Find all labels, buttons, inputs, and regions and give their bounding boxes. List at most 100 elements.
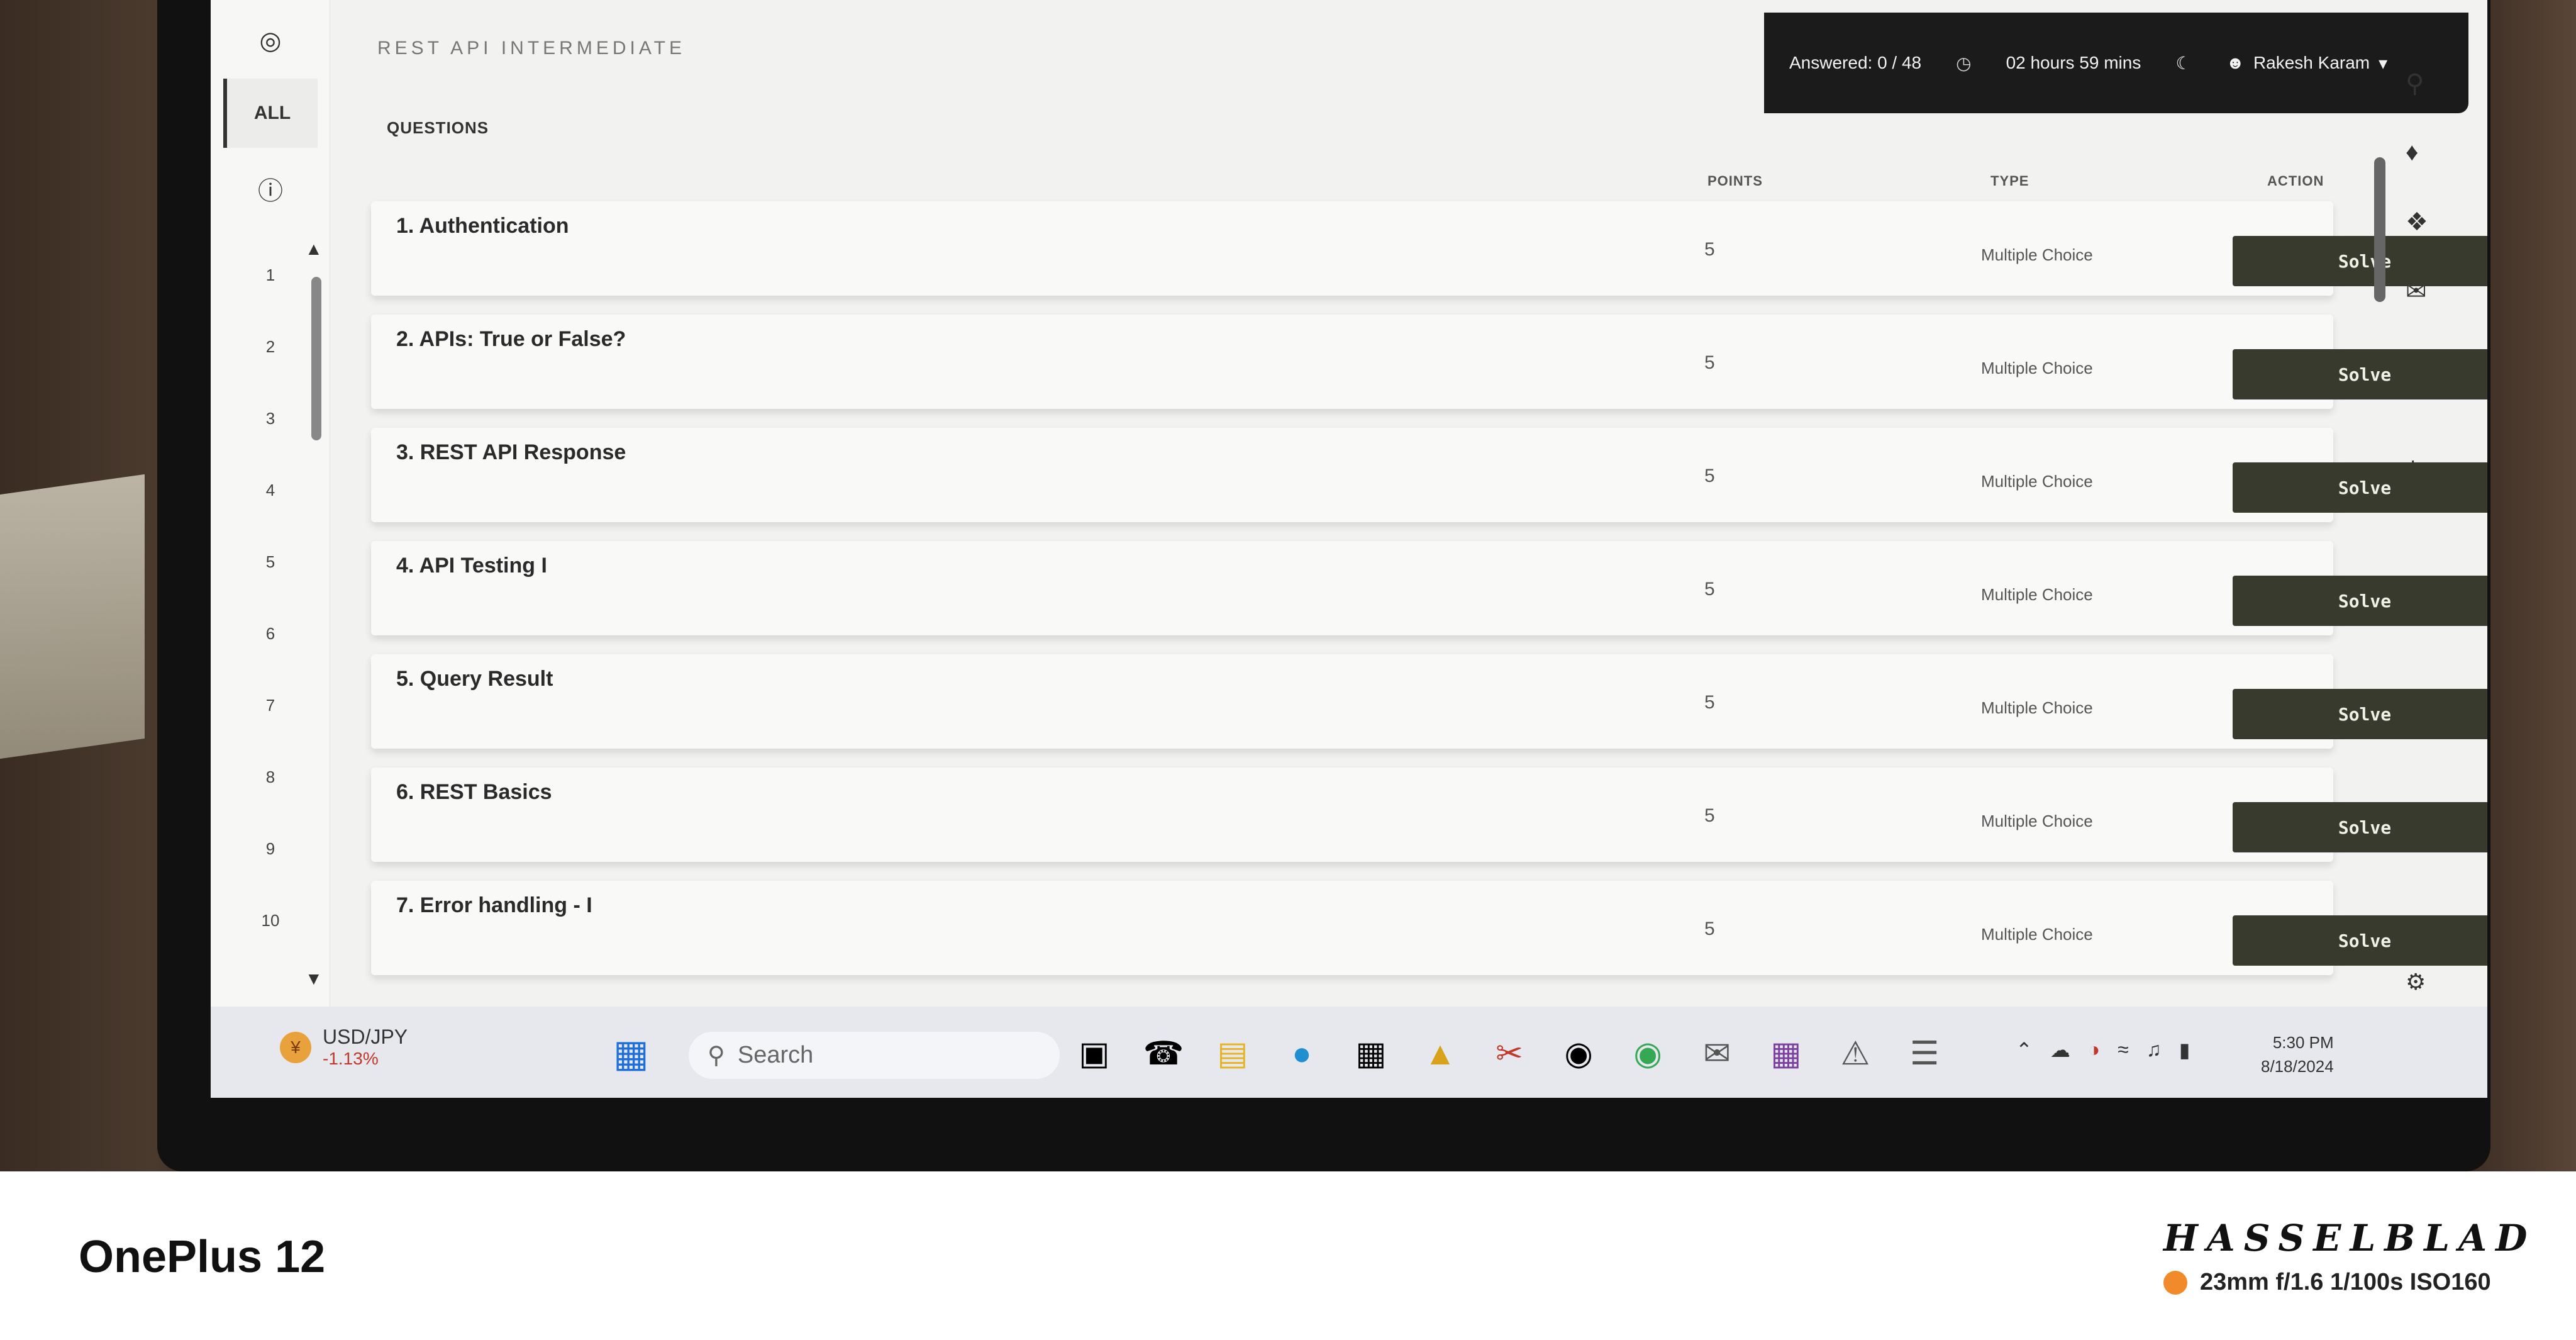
pinned-apps: ▣ ☎ ▤ ● ▦ ▲ ✂ ◉ ◉ ✉ ▦ ⚠ ☰ [1072, 1032, 1946, 1076]
question-row: 6. REST Basics 5 Multiple Choice Solve [371, 768, 2487, 862]
question-points: 5 [1704, 805, 1715, 826]
question-points: 5 [1704, 579, 1715, 600]
solve-button[interactable]: Solve [2233, 349, 2487, 399]
tag-icon[interactable]: ♦ [2406, 138, 2418, 167]
user-icon: ☻ [2226, 53, 2245, 72]
question-points: 5 [1704, 239, 1715, 260]
taskbar-clock[interactable]: 5:30 PM 8/18/2024 [2261, 1030, 2334, 1078]
teams-meet-icon[interactable]: ☎ [1141, 1032, 1185, 1076]
question-row: 5. Query Result 5 Multiple Choice Solve [371, 654, 2487, 749]
main-scrollbar[interactable] [2374, 157, 2385, 302]
question-points: 5 [1704, 692, 1715, 713]
brand-dot-icon [2163, 1270, 2187, 1295]
exif-info: 23mm f/1.6 1/100s ISO160 [2163, 1269, 2491, 1296]
task-view-icon[interactable]: ▣ [1072, 1032, 1116, 1076]
question-number[interactable]: 4 [223, 454, 318, 526]
store-icon[interactable]: ▦ [1349, 1032, 1393, 1076]
system-tray: ⌃ ☁ ◑ ≈ ♫ ▮ [2016, 1038, 2190, 1062]
question-number[interactable]: 2 [223, 311, 318, 382]
question-title: 7. Error handling - I [396, 893, 592, 917]
question-number[interactable]: 8 [223, 741, 318, 813]
solve-button[interactable]: Solve [2233, 576, 2487, 626]
question-points: 5 [1704, 466, 1715, 486]
taskbar-search[interactable]: ⚲ Search [689, 1032, 1060, 1079]
chevron-up-icon[interactable]: ⌃ [2016, 1038, 2033, 1062]
test-title: REST API INTERMEDIATE [377, 38, 686, 59]
rail-scrollbar[interactable] [311, 277, 321, 440]
camera-brand-logo: HASSELBLAD [2163, 1217, 2536, 1259]
question-type: Multiple Choice [1981, 812, 2093, 830]
rail-scroll-down-icon[interactable]: ▼ [305, 969, 323, 989]
question-row: 2. APIs: True or False? 5 Multiple Choic… [371, 315, 2487, 409]
rail-all-tab[interactable]: ALL [223, 79, 318, 148]
laptop-screen: ◎ ALL ⓘ ▲ 1 2 3 4 5 6 7 8 9 10 ▼ REST AP… [211, 0, 2487, 1098]
clock-date: 8/18/2024 [2261, 1057, 2334, 1076]
ticker-change: -1.13% [323, 1049, 379, 1068]
copilot-icon[interactable]: ❖ [2406, 208, 2428, 237]
snipping-tool-icon[interactable]: ✂ [1487, 1032, 1531, 1076]
question-type: Multiple Choice [1981, 585, 2093, 604]
question-number[interactable]: 7 [223, 669, 318, 741]
notepad-icon[interactable]: ☰ [1902, 1032, 1946, 1076]
question-number[interactable]: 9 [223, 813, 318, 885]
cloud-icon[interactable]: ☁ [2050, 1038, 2070, 1062]
exif-text: 23mm f/1.6 1/100s ISO160 [2200, 1269, 2491, 1295]
ticker-name: USD/JPY [323, 1025, 408, 1048]
question-title: 1. Authentication [396, 214, 569, 238]
currency-icon: ¥ [280, 1031, 311, 1063]
app-alert-icon[interactable]: ⚠ [1833, 1032, 1877, 1076]
outlook-app-icon[interactable]: ✉ [1695, 1032, 1739, 1076]
type-column-header: TYPE [1990, 173, 2029, 189]
solve-button[interactable]: Solve [2233, 915, 2487, 966]
question-type: Multiple Choice [1981, 245, 2093, 264]
media-icon[interactable]: ◉ [1557, 1032, 1601, 1076]
stock-widget[interactable]: ¥ USD/JPY -1.13% [280, 1025, 408, 1069]
answered-count: Answered: 0 / 48 [1789, 53, 1922, 72]
photos-icon[interactable]: ▲ [1418, 1032, 1462, 1076]
solve-button[interactable]: Solve [2233, 689, 2487, 739]
search-placeholder: Search [737, 1042, 814, 1068]
battery-icon[interactable]: ▮ [2179, 1038, 2190, 1062]
clock-icon: ◷ [1956, 53, 1972, 73]
settings-gear-icon[interactable]: ⚙ [2406, 969, 2426, 995]
question-number[interactable]: 6 [223, 598, 318, 669]
solve-button[interactable]: Solve [2233, 802, 2487, 852]
solve-button[interactable]: Solve [2233, 236, 2487, 286]
questions-list: 1. Authentication 5 Multiple Choice Solv… [371, 201, 2487, 994]
desk-paper [0, 474, 145, 759]
question-number[interactable]: 1 [223, 239, 318, 311]
test-header: REST API INTERMEDIATE Answered: 0 / 48 ◷… [330, 0, 2487, 113]
clock-time: 5:30 PM [2272, 1033, 2334, 1052]
dark-mode-icon[interactable]: ☾ [2175, 53, 2191, 74]
points-column-header: POINTS [1707, 173, 1763, 189]
question-type: Multiple Choice [1981, 472, 2093, 491]
question-type: Multiple Choice [1981, 925, 2093, 944]
search-icon[interactable]: ⚲ [2406, 69, 2424, 98]
edge-browser-icon[interactable]: ● [1280, 1032, 1324, 1076]
device-name: OnePlus 12 [79, 1232, 326, 1282]
question-number[interactable]: 3 [223, 382, 318, 454]
question-number-list: 1 2 3 4 5 6 7 8 9 10 [223, 239, 318, 956]
question-type: Multiple Choice [1981, 698, 2093, 717]
question-row: 3. REST API Response 5 Multiple Choice S… [371, 428, 2487, 522]
volume-icon[interactable]: ♫ [2146, 1038, 2162, 1062]
question-title: 6. REST Basics [396, 780, 552, 804]
question-row: 1. Authentication 5 Multiple Choice Solv… [371, 201, 2487, 296]
question-number[interactable]: 5 [223, 526, 318, 598]
question-points: 5 [1704, 352, 1715, 373]
solve-button[interactable]: Solve [2233, 462, 2487, 513]
info-icon[interactable]: ⓘ [223, 160, 318, 217]
file-explorer-icon[interactable]: ▤ [1211, 1032, 1255, 1076]
compass-icon[interactable]: ◎ [223, 19, 318, 63]
antivirus-icon[interactable]: ◑ [2088, 1038, 2100, 1062]
time-remaining: 02 hours 59 mins [2006, 53, 2141, 72]
question-points: 5 [1704, 918, 1715, 939]
question-title: 2. APIs: True or False? [396, 327, 626, 351]
search-icon: ⚲ [708, 1042, 725, 1069]
onenote-icon[interactable]: ▦ [1764, 1032, 1808, 1076]
question-title: 5. Query Result [396, 667, 553, 691]
windows-start-icon[interactable]: ▦ [613, 1032, 649, 1076]
chrome-icon[interactable]: ◉ [1626, 1032, 1670, 1076]
wifi-icon[interactable]: ≈ [2118, 1038, 2129, 1062]
question-number[interactable]: 10 [223, 885, 318, 956]
